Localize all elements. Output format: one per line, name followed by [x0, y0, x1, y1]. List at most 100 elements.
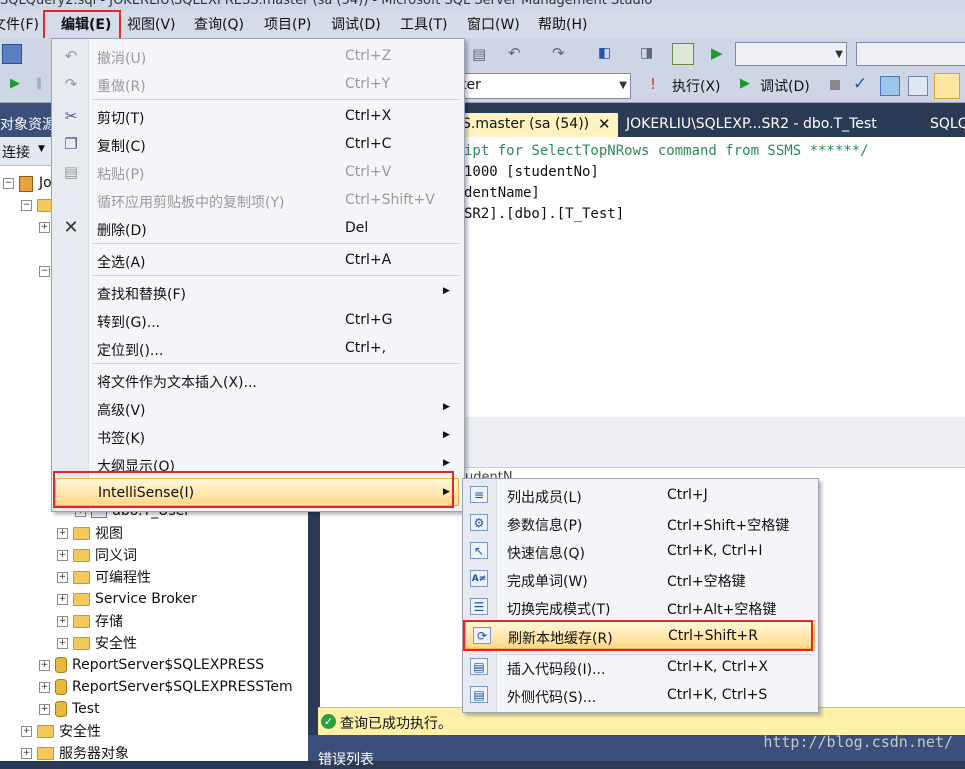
tree-programmability[interactable]: + 可编程性	[57, 566, 151, 588]
submenu-item-toggle-completion[interactable]: ☰ 切换完成模式(T) Ctrl+Alt+空格键	[463, 593, 818, 621]
submenu-arrow-icon: ▶	[443, 458, 450, 468]
tree-db-reportserver-temp[interactable]: + ReportServer$SQLEXPRESSTem	[39, 676, 293, 698]
folder-icon	[73, 592, 90, 606]
new-query-icon[interactable]	[2, 44, 22, 64]
intellisense-enabled-icon[interactable]	[934, 73, 960, 99]
submenu-item-complete-word[interactable]: A≠ 完成单词(W) Ctrl+空格键	[463, 565, 818, 593]
parameter-info-icon: ⚙	[470, 514, 488, 531]
menu-item-cycle-clipboard[interactable]: 循环应用剪贴板中的复制项(Y) Ctrl+Shift+V	[52, 186, 464, 214]
object-explorer-title: 对象资源	[0, 117, 56, 133]
submenu-item-surround-with[interactable]: ▤ 外侧代码(S)... Ctrl+K, Ctrl+S	[463, 681, 818, 709]
menu-item-find-replace[interactable]: 查找和替换(F) ▶	[52, 278, 464, 306]
folder-icon	[37, 746, 54, 760]
redo-toolbar-icon[interactable]: ↷	[552, 44, 565, 62]
menu-item-goto[interactable]: 转到(G)... Ctrl+G	[52, 306, 464, 334]
folder-icon	[73, 614, 90, 628]
expand-icon[interactable]: +	[57, 637, 68, 649]
collapse-icon[interactable]: −	[3, 177, 14, 189]
menu-view[interactable]: 视图(V)	[127, 14, 176, 34]
menu-item-redo[interactable]: ↷ 重做(R) Ctrl+Y	[52, 70, 464, 98]
submenu-item-parameter-info[interactable]: ⚙ 参数信息(P) Ctrl+Shift+空格键	[463, 509, 818, 537]
menu-file[interactable]: 文件(F)	[0, 14, 39, 34]
menu-separator	[92, 243, 460, 244]
tree-storage[interactable]: + 存储	[57, 610, 123, 632]
tree-db-security[interactable]: + 安全性	[57, 632, 137, 654]
tree-db-test[interactable]: + Test	[39, 698, 100, 720]
tab-sqlquery[interactable]: SQLQ	[930, 116, 965, 132]
expand-icon[interactable]: +	[57, 615, 68, 627]
menu-window[interactable]: 窗口(W)	[467, 14, 520, 34]
menu-item-advanced[interactable]: 高级(V) ▶	[52, 394, 464, 422]
submenu-item-quick-info[interactable]: ↖ 快速信息(Q) Ctrl+K, Ctrl+I	[463, 537, 818, 565]
tree-server-security[interactable]: + 安全性	[21, 720, 101, 742]
debug-button[interactable]: 调试(D)	[760, 76, 810, 96]
menu-debug[interactable]: 调试(D)	[331, 14, 381, 34]
database-selector[interactable]: ter ▼	[455, 73, 631, 99]
folder-icon	[73, 570, 90, 584]
tree-synonyms[interactable]: + 同义词	[57, 544, 137, 566]
success-check-icon: ✓	[321, 714, 336, 729]
solution-config-combo[interactable]: ▼	[735, 42, 847, 66]
estimated-plan-icon[interactable]	[880, 76, 900, 96]
expand-icon[interactable]: +	[57, 549, 68, 561]
query-options-icon[interactable]	[908, 76, 928, 96]
expand-icon[interactable]: +	[39, 681, 50, 693]
menu-item-select-all[interactable]: 全选(A) Ctrl+A	[52, 246, 464, 274]
parse-check-icon[interactable]: ✓	[853, 74, 867, 94]
execute-button[interactable]: 执行(X)	[672, 76, 721, 96]
scissors-icon: ✂	[64, 107, 78, 125]
menu-query[interactable]: 查询(Q)	[194, 14, 244, 34]
expand-icon[interactable]: +	[57, 571, 68, 583]
menu-item-navigate-to[interactable]: 定位到()... Ctrl+,	[52, 334, 464, 362]
menu-help[interactable]: 帮助(H)	[538, 14, 587, 34]
expand-icon[interactable]: +	[39, 703, 50, 715]
tab-sqlquery2-active[interactable]: S.master (sa (54)) ✕	[452, 113, 618, 137]
tree-views[interactable]: + 视图	[57, 522, 123, 544]
navigate-forward-icon[interactable]: ◨	[640, 45, 653, 61]
menu-item-bookmarks[interactable]: 书签(K) ▶	[52, 422, 464, 450]
menu-item-insert-file[interactable]: 将文件作为文本插入(X)...	[52, 366, 464, 394]
menu-item-cut[interactable]: ✂ 剪切(T) Ctrl+X	[52, 102, 464, 130]
menu-project[interactable]: 项目(P)	[264, 14, 311, 34]
menu-item-copy[interactable]: ❐ 复制(C) Ctrl+C	[52, 130, 464, 158]
expand-icon[interactable]: +	[21, 725, 32, 737]
cancel-query-icon[interactable]	[830, 80, 840, 90]
paste-toolbar-icon[interactable]: ▤	[472, 45, 486, 63]
code-line-3: dentName]	[464, 185, 540, 201]
tree-server-node[interactable]: − Jo	[3, 172, 52, 194]
menu-separator	[92, 363, 460, 364]
submenu-arrow-icon: ▶	[443, 286, 450, 296]
expand-icon[interactable]: +	[57, 593, 68, 605]
collapse-icon[interactable]: −	[39, 265, 50, 277]
find-combo[interactable]	[856, 42, 965, 66]
start-debug-icon[interactable]: ▶	[711, 44, 723, 62]
close-tab-icon[interactable]: ✕	[598, 115, 611, 133]
submenu-item-insert-snippet[interactable]: ▤ 插入代码段(I)... Ctrl+K, Ctrl+X	[463, 653, 818, 681]
expand-icon[interactable]: +	[57, 527, 68, 539]
database-icon	[55, 701, 67, 717]
menu-item-undo[interactable]: ↶ 撤消(U) Ctrl+Z	[52, 42, 464, 70]
activity-monitor-icon[interactable]	[672, 43, 694, 65]
intellisense-highlight-box	[53, 471, 454, 508]
expand-icon[interactable]: +	[39, 659, 50, 671]
menu-separator	[92, 99, 460, 100]
expand-icon[interactable]: +	[39, 221, 50, 233]
connect-dropdown-icon[interactable]: ▼	[38, 144, 45, 154]
tab-t-test[interactable]: JOKERLIU\SQLEXP...SR2 - dbo.T_Test	[626, 116, 877, 132]
menu-item-paste[interactable]: ▤ 粘贴(P) Ctrl+V	[52, 158, 464, 186]
window-title-bar: SQLQuery2.sql - JOKERLIU\SQLEXPRESS.mast…	[0, 0, 965, 10]
submenu-item-list-members[interactable]: ≡ 列出成员(L) Ctrl+J	[463, 481, 818, 509]
menu-item-delete[interactable]: ✕ 删除(D) Del	[52, 214, 464, 242]
run-icon[interactable]: ▶	[10, 76, 20, 91]
navigate-backward-icon[interactable]: ◧	[598, 45, 611, 61]
tree-db-reportserver[interactable]: + ReportServer$SQLEXPRESS	[39, 654, 264, 676]
tree-service-broker[interactable]: + Service Broker	[57, 588, 197, 610]
pause-icon[interactable]: ∥	[36, 76, 42, 90]
collapse-icon[interactable]: −	[21, 199, 32, 211]
expand-icon[interactable]: +	[21, 747, 32, 759]
menu-tools[interactable]: 工具(T)	[400, 14, 447, 34]
copy-icon: ❐	[64, 135, 78, 153]
undo-toolbar-icon[interactable]: ↶	[508, 44, 521, 62]
connect-button[interactable]: 连接	[2, 142, 30, 162]
error-list-title[interactable]: 错误列表	[318, 749, 374, 769]
